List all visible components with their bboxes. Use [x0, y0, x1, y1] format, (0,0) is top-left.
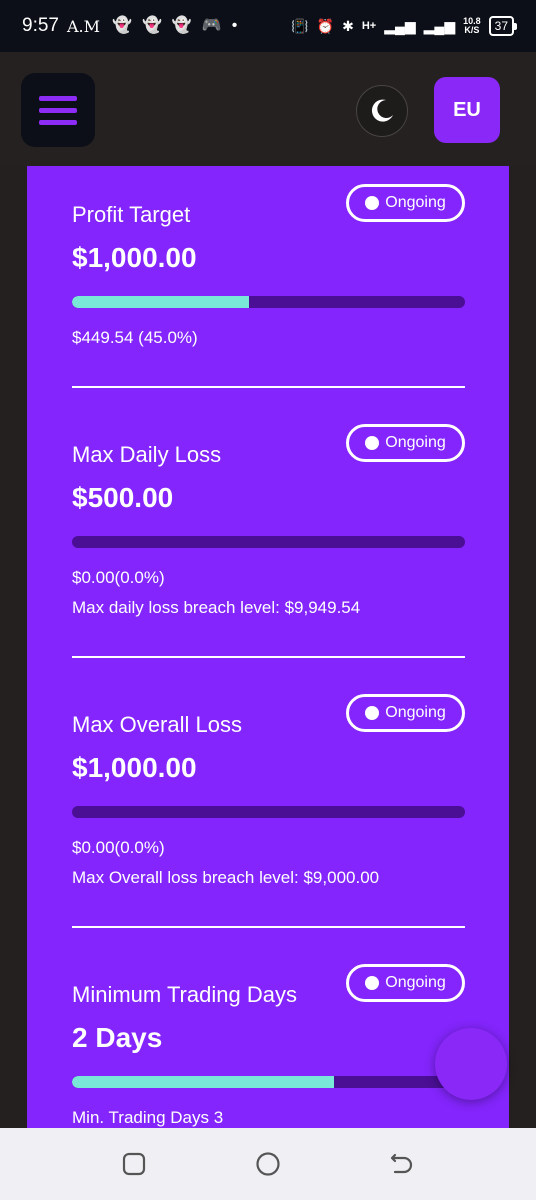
status-dot-icon	[365, 976, 380, 990]
status-badge: Ongoing	[346, 184, 465, 222]
status-ampm: A.M	[66, 16, 101, 36]
objective-value: $1,000.00	[72, 752, 197, 783]
progress-fill	[72, 1076, 335, 1088]
progress-bar	[72, 296, 465, 308]
avatar[interactable]: EU	[434, 77, 500, 143]
status-time: 9:57	[22, 15, 59, 36]
menu-button[interactable]	[21, 73, 95, 147]
objectives-card: Profit Target $1,000.00 Ongoing $449.54 …	[27, 166, 509, 1128]
home-button[interactable]	[251, 1147, 285, 1181]
objective-value: $1,000.00	[72, 242, 197, 273]
objectives-panel: Profit Target $1,000.00 Ongoing $449.54 …	[0, 166, 536, 1128]
network-type: H+	[361, 20, 377, 32]
status-badge-label: Ongoing	[385, 974, 446, 991]
back-button[interactable]	[385, 1147, 419, 1181]
objective-progress-text: $0.00(0.0%)	[72, 568, 165, 587]
objective-detail-text: Max daily loss breach level: $9,949.54	[72, 598, 361, 617]
objective-title: Profit Target	[72, 202, 191, 227]
objective-title: Minimum Trading Days	[72, 982, 297, 1007]
notification-icons: 👻 👻 👻 🎮 •	[112, 18, 237, 34]
battery-indicator: 37	[488, 16, 518, 36]
progress-fill	[72, 296, 249, 308]
section-divider	[72, 386, 465, 388]
objective-progress-text: $449.54 (45.0%)	[72, 328, 198, 347]
status-dot-icon	[365, 196, 380, 210]
system-nav-bar	[0, 1128, 536, 1200]
status-badge: Ongoing	[346, 424, 465, 462]
hamburger-icon	[39, 95, 77, 101]
progress-bar	[72, 806, 465, 818]
objective-value: $500.00	[72, 482, 174, 513]
objective-value: 2 Days	[72, 1022, 163, 1053]
recent-apps-button[interactable]	[117, 1147, 151, 1181]
floating-action-button[interactable]	[435, 1028, 507, 1100]
dot-icon: •	[231, 17, 238, 34]
signal-icon: ▂▄▆	[384, 17, 416, 34]
bluetooth-icon: ✱	[342, 17, 354, 34]
progress-bar	[72, 536, 465, 548]
objective-progress-text: Min. Trading Days 3	[72, 1108, 224, 1127]
alarm-icon: ⏰	[316, 17, 335, 34]
section-divider	[72, 926, 465, 928]
status-bar: 9:57 A.M 👻 👻 👻 🎮 • 📳 ⏰ ✱ H+ ▂▄▆ ▂▄▆ 10.8…	[0, 0, 536, 52]
net-speed: 10.8 K/S	[463, 16, 481, 35]
back-arrow-icon	[390, 1153, 413, 1174]
status-badge-label: Ongoing	[385, 704, 446, 721]
signal-icon: ▂▄▆	[423, 17, 456, 34]
app-header: EU	[0, 52, 536, 166]
objective-title: Max Daily Loss	[72, 442, 222, 467]
square-icon	[122, 1152, 146, 1176]
status-badge: Ongoing	[346, 964, 465, 1002]
snapchat-icon: 👻	[112, 17, 132, 34]
vibrate-icon: 📳	[291, 17, 309, 34]
status-badge: Ongoing	[346, 694, 465, 732]
status-right: 📳 ⏰ ✱ H+ ▂▄▆ ▂▄▆ 10.8 K/S 37	[291, 16, 518, 36]
snapchat-icon: 👻	[141, 17, 162, 34]
objective-progress-text: $0.00(0.0%)	[72, 838, 165, 857]
status-badge-label: Ongoing	[385, 194, 446, 211]
status-badge-label: Ongoing	[385, 434, 446, 451]
snapchat-icon: 👻	[171, 17, 192, 34]
section-divider	[72, 656, 465, 658]
objective-title: Max Overall Loss	[72, 712, 242, 737]
game-controller-icon: 🎮	[201, 17, 222, 34]
progress-bar	[72, 1076, 465, 1088]
status-dot-icon	[365, 706, 380, 720]
theme-toggle-button[interactable]	[356, 85, 408, 137]
circle-icon	[256, 1152, 280, 1176]
objective-detail-text: Max Overall loss breach level: $9,000.00	[72, 868, 380, 887]
status-dot-icon	[365, 436, 380, 450]
moon-icon	[371, 99, 393, 122]
